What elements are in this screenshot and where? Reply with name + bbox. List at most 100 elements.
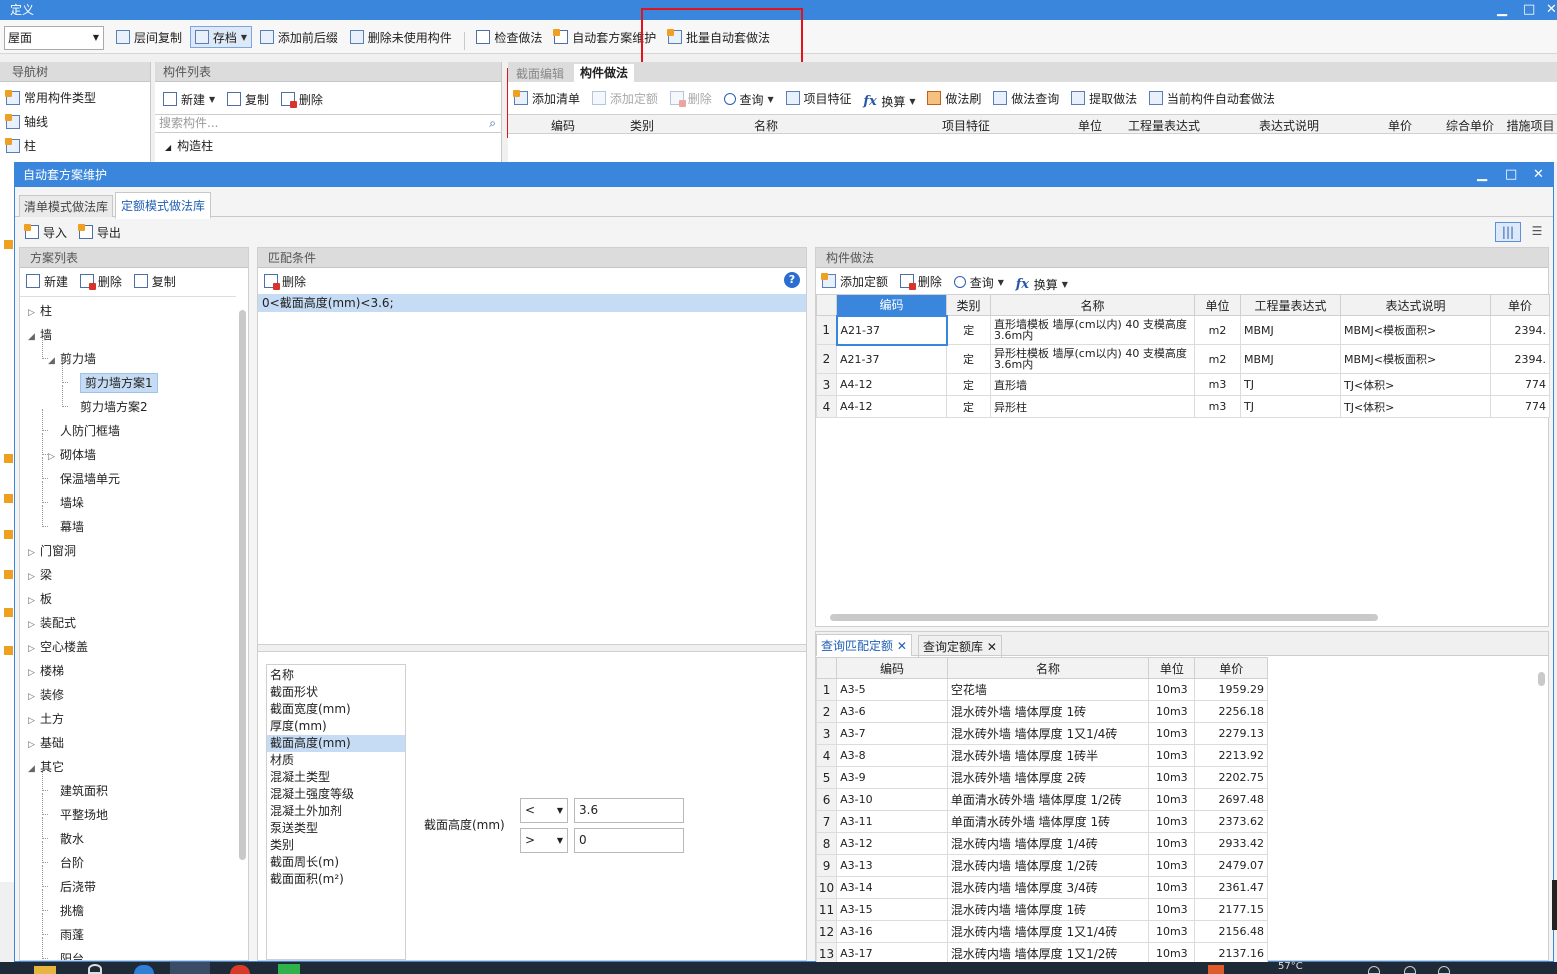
cell-unit[interactable]: 10m3 bbox=[1148, 744, 1196, 767]
plan-tree-item[interactable]: ▷ 板 bbox=[28, 589, 52, 609]
plan-tree-item[interactable]: 雨蓬 bbox=[42, 913, 84, 945]
cell-unit[interactable]: 10m3 bbox=[1148, 810, 1196, 833]
expand-icon[interactable]: ◢ bbox=[165, 143, 171, 152]
plan-tree-item[interactable]: 幕墙 bbox=[42, 505, 84, 537]
cell-code[interactable]: A3-6 bbox=[836, 700, 948, 723]
attribute-item[interactable]: 截面高度(mm) bbox=[267, 735, 405, 752]
cell-price[interactable]: 2373.62 bbox=[1194, 810, 1268, 833]
expand-icon[interactable]: ▷ bbox=[28, 639, 40, 659]
cell-unit[interactable]: 10m3 bbox=[1148, 898, 1196, 921]
plan-tree-item[interactable]: ▷ 砌体墙 bbox=[42, 433, 96, 467]
plan-tree-item[interactable]: 阳台 bbox=[42, 937, 84, 960]
tab-query-library[interactable]: 查询定额库 ✕ bbox=[918, 635, 1002, 657]
table-row[interactable]: 10 A3-14 混水砖内墙 墙体厚度 3/4砖 10m3 2361.47 bbox=[815, 876, 1268, 899]
cell-unit[interactable]: 10m3 bbox=[1148, 920, 1196, 943]
expand-icon[interactable]: ▷ bbox=[28, 711, 40, 731]
method-brush-button[interactable]: 做法刷 bbox=[923, 87, 985, 109]
cell-type[interactable]: 定 bbox=[946, 315, 991, 345]
delete-condition-button[interactable]: 删除 bbox=[260, 270, 310, 292]
cell-code[interactable]: A4-12 bbox=[836, 373, 947, 396]
cell-name[interactable]: 单面清水砖外墙 墙体厚度 1砖 bbox=[946, 810, 1150, 833]
cell-unit[interactable]: 10m3 bbox=[1148, 700, 1196, 723]
plan-tree-item[interactable]: ▷ 楼梯 bbox=[28, 661, 64, 681]
cell-price[interactable]: 774 bbox=[1490, 373, 1550, 396]
edge-icon[interactable] bbox=[134, 965, 154, 974]
table-row[interactable]: 3 A4-12 定直形墙 m3 TJ TJ<体积> 774 bbox=[816, 373, 1550, 396]
plan-tree-item[interactable]: 建筑面积 bbox=[42, 769, 108, 801]
attribute-item[interactable]: 混凝土外加剂 bbox=[267, 803, 405, 820]
table-row[interactable]: 3 A3-7 混水砖外墙 墙体厚度 1又1/4砖 10m3 2279.13 bbox=[815, 722, 1268, 745]
cell-price[interactable]: 2933.42 bbox=[1194, 832, 1268, 855]
cm-h-scrollbar[interactable] bbox=[830, 614, 1378, 621]
table-row[interactable]: 12 A3-16 混水砖内墙 墙体厚度 1又1/4砖 10m3 2156.48 bbox=[815, 920, 1268, 943]
cell-code[interactable]: A3-14 bbox=[836, 876, 948, 899]
dialog-minimize-button[interactable]: ▁ bbox=[1477, 163, 1487, 187]
plan-tree-item[interactable]: ◢ 剪力墙 bbox=[42, 337, 96, 369]
archive-button[interactable]: 存档 ▼ bbox=[189, 26, 253, 48]
cell-code[interactable]: A3-8 bbox=[836, 744, 948, 767]
attribute-item[interactable]: 截面形状 bbox=[267, 684, 405, 701]
wechat-icon[interactable] bbox=[278, 964, 300, 974]
app-icon[interactable] bbox=[88, 964, 102, 974]
table-row[interactable]: 1 A21-37 定直形墙模板 墙厚(cm以内) 40 支模高度3.6m内 m2 MBM… bbox=[816, 314, 1550, 346]
attribute-item[interactable]: 截面宽度(mm) bbox=[267, 701, 405, 718]
cell-code[interactable]: A3-7 bbox=[836, 722, 948, 745]
cell-code[interactable]: A21-37 bbox=[835, 314, 948, 346]
cell-price[interactable]: 1959.29 bbox=[1194, 678, 1268, 701]
outer-maximize-button[interactable]: □ bbox=[1523, 0, 1535, 20]
new-plan-button[interactable]: 新建 bbox=[22, 270, 72, 292]
extract-method-button[interactable]: 提取做法 bbox=[1067, 87, 1141, 109]
outer-minimize-button[interactable]: ▁ bbox=[1497, 0, 1507, 20]
cell-unit[interactable]: 10m3 bbox=[1148, 788, 1196, 811]
delete-method-button[interactable]: 删除 bbox=[666, 87, 716, 109]
plan-tree-item[interactable]: ▷ 门窗洞 bbox=[28, 541, 76, 561]
plan-tree-item[interactable]: 后浇带 bbox=[42, 865, 96, 897]
operator-select-1[interactable]: < ▼ bbox=[520, 798, 568, 823]
attribute-item[interactable]: 截面周长(m) bbox=[267, 854, 405, 871]
cell-name[interactable]: 混水砖外墙 墙体厚度 2砖 bbox=[946, 766, 1150, 789]
dialog-maximize-button[interactable]: □ bbox=[1505, 163, 1517, 187]
delete-unused-button[interactable]: 删除未使用构件 bbox=[346, 26, 456, 48]
method-query-button[interactable]: 做法查询 bbox=[989, 87, 1063, 109]
chevron-down-icon[interactable]: ▼ bbox=[241, 33, 247, 42]
cell-name[interactable]: 混水砖内墙 墙体厚度 1砖 bbox=[946, 898, 1150, 921]
cell-price[interactable]: 2256.18 bbox=[1194, 700, 1268, 723]
delete-component-button[interactable]: 删除 bbox=[277, 88, 327, 110]
expand-icon[interactable]: ▷ bbox=[48, 447, 60, 467]
cell-price[interactable]: 2177.15 bbox=[1194, 898, 1268, 921]
plan-tree-scrollbar[interactable] bbox=[239, 310, 246, 860]
expand-icon[interactable]: ▷ bbox=[28, 735, 40, 755]
item-feature-button[interactable]: 项目特征 bbox=[782, 87, 856, 109]
cell-name[interactable]: 异形柱 bbox=[990, 395, 1195, 418]
attribute-item[interactable]: 类别 bbox=[267, 837, 405, 854]
copy-plan-button[interactable]: 复制 bbox=[130, 270, 180, 292]
search-icon[interactable]: ⌕ bbox=[489, 115, 496, 132]
cell-price[interactable]: 2279.13 bbox=[1194, 722, 1268, 745]
cell-code[interactable]: A3-13 bbox=[836, 854, 948, 877]
cell-name[interactable]: 混水砖外墙 墙体厚度 1砖 bbox=[946, 700, 1150, 723]
table-row[interactable]: 5 A3-9 混水砖外墙 墙体厚度 2砖 10m3 2202.75 bbox=[815, 766, 1268, 789]
cell-code[interactable]: A3-9 bbox=[836, 766, 948, 789]
expand-icon[interactable]: ▷ bbox=[28, 663, 40, 683]
check-method-button[interactable]: 检查做法 bbox=[472, 26, 546, 48]
table-row[interactable]: 6 A3-10 单面清水砖外墙 墙体厚度 1/2砖 10m3 2697.48 bbox=[815, 788, 1268, 811]
table-row[interactable]: 8 A3-12 混水砖内墙 墙体厚度 1/4砖 10m3 2933.42 bbox=[815, 832, 1268, 855]
plan-tree-item[interactable]: 台阶 bbox=[42, 841, 84, 873]
cell-unit[interactable]: m2 bbox=[1194, 315, 1241, 345]
calc-button[interactable]: fx 换算 ▼ bbox=[1012, 273, 1072, 295]
cell-unit[interactable]: 10m3 bbox=[1148, 854, 1196, 877]
plan-tree-item[interactable]: 挑檐 bbox=[42, 889, 84, 921]
folder-icon[interactable] bbox=[34, 966, 56, 974]
new-component-button[interactable]: 新建 ▼ bbox=[159, 88, 219, 110]
cell-price[interactable]: 2394. bbox=[1490, 315, 1550, 345]
tab-quota-mode[interactable]: 定额模式做法库 bbox=[115, 192, 212, 219]
cell-code[interactable]: A3-16 bbox=[836, 920, 948, 943]
component-search-input[interactable]: 搜索构件... ⌕ bbox=[155, 114, 502, 133]
collapse-icon[interactable]: ◢ bbox=[28, 759, 40, 779]
plan-tree-item[interactable]: 保温墙单元 bbox=[42, 457, 120, 489]
nav-item-column[interactable]: 柱 bbox=[5, 136, 36, 156]
tray-icon[interactable] bbox=[1368, 966, 1380, 974]
table-row[interactable]: 1 A3-5 空花墙 10m3 1959.29 bbox=[815, 678, 1268, 701]
attribute-item[interactable]: 混凝土类型 bbox=[267, 769, 405, 786]
mail-icon[interactable] bbox=[170, 962, 210, 974]
